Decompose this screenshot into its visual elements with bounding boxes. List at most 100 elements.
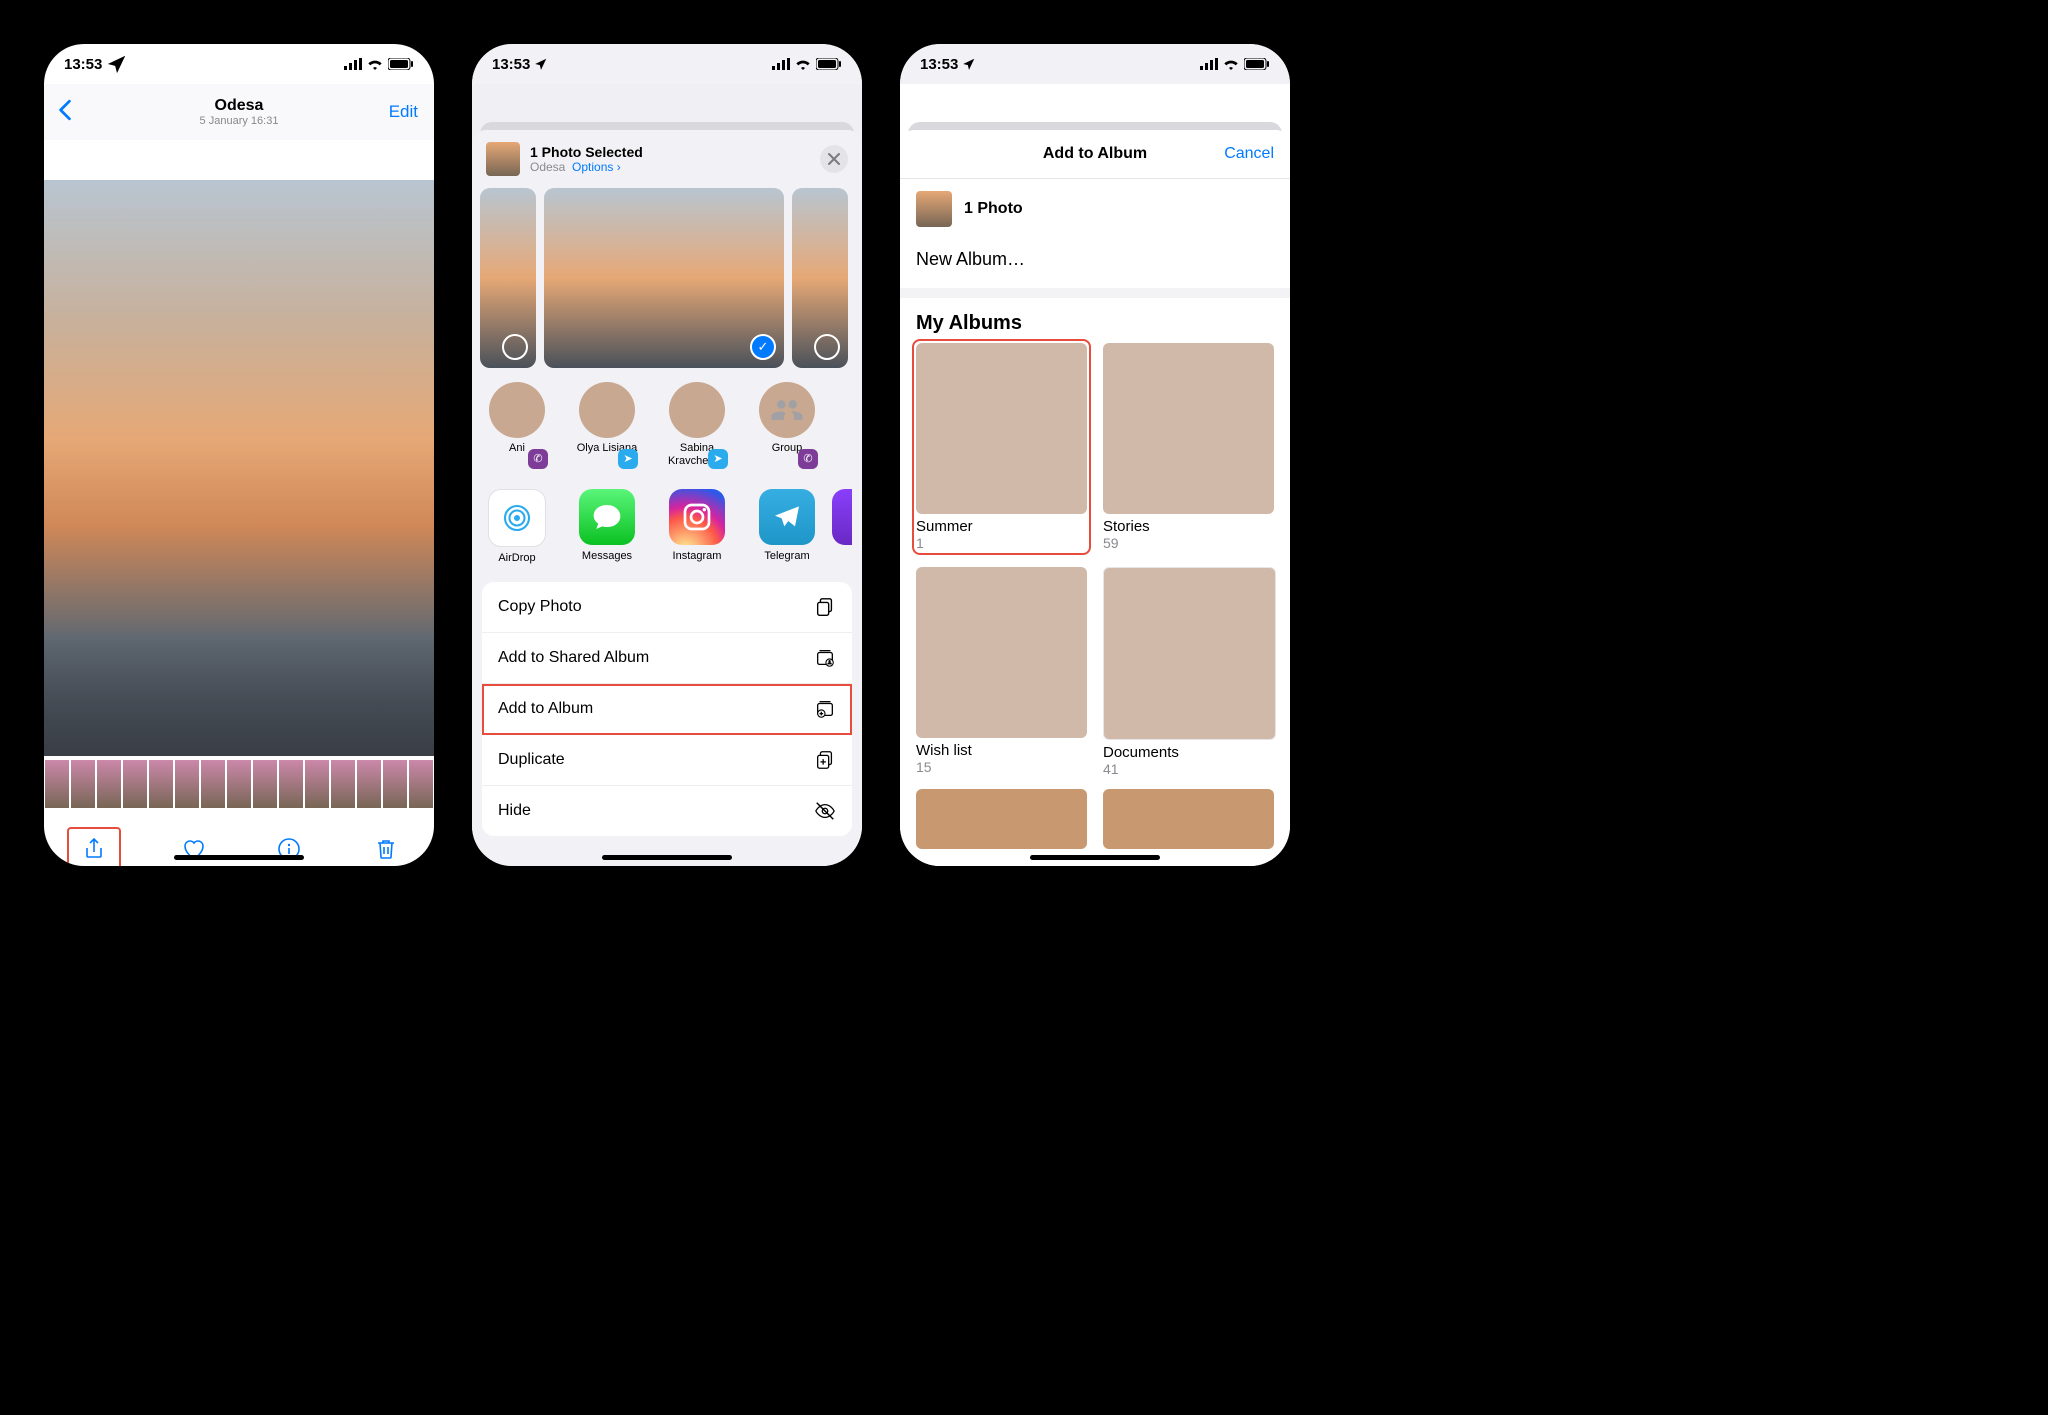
telegram-badge-icon: ➤ [708, 449, 728, 469]
battery-icon [388, 58, 414, 70]
cellular-icon [772, 58, 790, 70]
phone-share-sheet: 13:53 1 Photo Selected Odesa Options › [472, 44, 862, 866]
photo-location-title: Odesa [44, 97, 434, 115]
action-copy-photo[interactable]: Copy Photo [482, 582, 852, 633]
info-button[interactable] [264, 829, 314, 866]
share-sheet: 1 Photo Selected Odesa Options › ✓ [472, 130, 862, 866]
action-label: Duplicate [498, 751, 565, 769]
location-icon [534, 57, 548, 71]
photo-preview[interactable] [44, 180, 434, 756]
album-cover [1103, 567, 1276, 740]
album-partial[interactable] [1103, 789, 1274, 849]
share-contact[interactable]: ✆ Ani [472, 382, 562, 467]
back-button[interactable] [58, 97, 72, 128]
app-instagram[interactable]: Instagram [652, 489, 742, 564]
photo-datetime: 5 January 16:31 [44, 115, 434, 127]
home-indicator[interactable] [1030, 855, 1160, 860]
selection-thumbnail [916, 191, 952, 227]
thumbnail-strip[interactable] [44, 756, 434, 824]
home-indicator[interactable] [174, 855, 304, 860]
status-bar: 13:53 [472, 44, 862, 84]
phone-photo-detail: 13:53 Odesa 5 January 16:31 Edit [44, 44, 434, 866]
app-label: AirDrop [472, 552, 562, 564]
selection-circle[interactable] [814, 334, 840, 360]
contact-name: Ani [472, 442, 562, 455]
share-actions-list: Copy Photo Add to Shared Album Add to Al… [482, 582, 852, 836]
delete-button[interactable] [361, 829, 411, 866]
header-thumbnail [486, 142, 520, 176]
action-hide[interactable]: Hide [482, 786, 852, 836]
album-count: 15 [916, 759, 1087, 775]
contact-name: Group [742, 442, 832, 455]
album-cover [1103, 789, 1274, 849]
album-partial[interactable] [916, 789, 1087, 849]
action-label: Add to Album [498, 700, 593, 718]
share-contact-group[interactable]: ✆ Group [742, 382, 832, 467]
home-indicator[interactable] [602, 855, 732, 860]
location-icon [106, 53, 128, 75]
sheet-nav: Add to Album Cancel [900, 130, 1290, 179]
new-album-button[interactable]: New Album… [900, 239, 1290, 298]
photo-carousel[interactable]: ✓ [472, 188, 862, 368]
duplicate-icon [814, 749, 836, 771]
status-bar: 13:53 [900, 44, 1290, 84]
share-button[interactable] [67, 827, 121, 866]
share-contact[interactable]: ➤ Olya Lisiana [562, 382, 652, 467]
cancel-button[interactable]: Cancel [1224, 145, 1274, 163]
action-label: Add to Shared Album [498, 649, 649, 667]
album-cover [916, 567, 1087, 738]
contact-name: Olya Lisiana [562, 442, 652, 455]
add-to-album-sheet: Add to Album Cancel 1 Photo New Album… M… [900, 130, 1290, 866]
action-add-shared-album[interactable]: Add to Shared Album [482, 633, 852, 684]
avatar [489, 382, 545, 438]
share-contact[interactable]: ➤ Sabina Kravchenko [652, 382, 742, 467]
battery-icon [1244, 58, 1270, 70]
group-icon [759, 382, 815, 438]
phone-add-to-album: 13:53 Add to Album Cancel 1 Photo New Al… [900, 44, 1290, 866]
action-label: Hide [498, 802, 531, 820]
hide-icon [814, 800, 836, 822]
telegram-badge-icon: ➤ [618, 449, 638, 469]
wifi-icon [1223, 58, 1239, 70]
edit-button[interactable]: Edit [389, 102, 418, 122]
my-albums-header: My Albums [900, 298, 1290, 343]
album-cover [916, 343, 1087, 514]
selection-location: Odesa [530, 160, 565, 174]
album-stories[interactable]: Stories 59 [1103, 343, 1274, 551]
album-wish-list[interactable]: Wish list 15 [916, 567, 1087, 777]
selection-check-icon[interactable]: ✓ [750, 334, 776, 360]
trash-icon [374, 837, 398, 861]
album-count: 59 [1103, 535, 1274, 551]
selection-count: 1 Photo Selected [530, 144, 643, 160]
favorite-button[interactable] [168, 829, 218, 866]
status-bar: 13:53 [44, 44, 434, 84]
app-messages[interactable]: Messages [562, 489, 652, 564]
action-duplicate[interactable]: Duplicate [482, 735, 852, 786]
messages-icon [579, 489, 635, 545]
carousel-item[interactable] [792, 188, 848, 368]
share-apps-row: AirDrop Messages Instagram [472, 475, 862, 578]
status-time: 13:53 [920, 56, 958, 73]
app-label: Messages [562, 550, 652, 562]
album-summer[interactable]: Summer 1 [916, 343, 1087, 551]
album-documents[interactable]: Documents 41 [1103, 567, 1274, 777]
share-icon [82, 837, 106, 861]
album-count: 1 [916, 535, 1087, 551]
wifi-icon [367, 58, 383, 70]
action-add-to-album[interactable]: Add to Album [482, 684, 852, 735]
album-cover [916, 789, 1087, 849]
app-partial-icon [832, 489, 852, 545]
album-name: Stories [1103, 518, 1274, 535]
selection-circle[interactable] [502, 334, 528, 360]
app-more[interactable] [832, 489, 852, 564]
app-telegram[interactable]: Telegram [742, 489, 832, 564]
close-button[interactable] [820, 145, 848, 173]
options-link[interactable]: Options › [572, 160, 621, 174]
airdrop-icon [488, 489, 546, 547]
carousel-item[interactable] [480, 188, 536, 368]
viber-badge-icon: ✆ [798, 449, 818, 469]
albums-grid: Summer 1 Stories 59 Wish list 15 Documen… [900, 343, 1290, 777]
app-airdrop[interactable]: AirDrop [472, 489, 562, 564]
share-contacts-row: ✆ Ani ➤ Olya Lisiana ➤ Sabina Kravchenko [472, 368, 862, 475]
carousel-item-selected[interactable]: ✓ [544, 188, 784, 368]
